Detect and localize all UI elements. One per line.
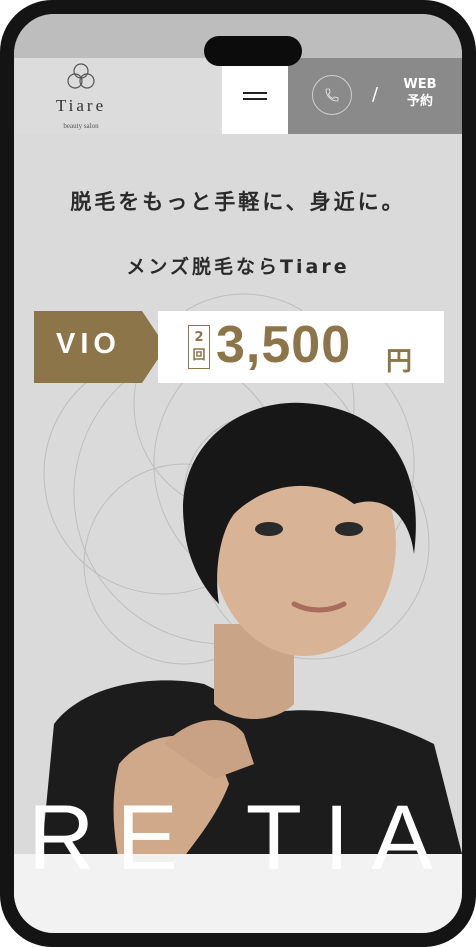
phone-button[interactable] (312, 75, 352, 115)
screen: Tiare beauty salon / WEB 予約 脱毛をもっと手軽に、身近… (14, 14, 462, 933)
times-badge: 2 回 (188, 325, 210, 369)
times-unit: 回 (192, 348, 206, 363)
price-banner[interactable]: VIO 2 回 3,500 円 (34, 311, 444, 383)
price-currency: 円 (386, 347, 413, 377)
vio-badge: VIO (34, 311, 166, 383)
site-header: Tiare beauty salon / WEB 予約 (14, 58, 462, 134)
times-number: 2 (194, 330, 204, 345)
web-reservation-button[interactable]: WEB 予約 (398, 76, 442, 110)
divider-slash: / (372, 84, 379, 105)
camera-notch (204, 36, 302, 66)
menu-button[interactable] (222, 58, 288, 134)
vio-label: VIO (56, 328, 121, 360)
hero-big-wordmark: RE TIA (28, 787, 455, 889)
logo-mark-icon (67, 63, 95, 89)
price-amount: 3,500 (216, 316, 352, 374)
hero-section: 脱毛をもっと手軽に、身近に。 メンズ脱毛ならTiare VIO 2 回 3,50… (14, 134, 462, 933)
phone-frame: Tiare beauty salon / WEB 予約 脱毛をもっと手軽に、身近… (0, 0, 476, 947)
hamburger-menu-icon (243, 88, 267, 104)
logo[interactable]: Tiare beauty salon (40, 62, 122, 132)
price-box: 2 回 3,500 円 (158, 311, 444, 383)
contact-area: / WEB 予約 (288, 58, 462, 134)
phone-icon (325, 88, 339, 102)
web-reservation-label-line2: 予約 (406, 94, 433, 109)
hero-subheadline: メンズ脱毛ならTiare (126, 256, 350, 278)
logo-tagline: beauty salon (63, 122, 99, 130)
logo-wordmark: Tiare (55, 96, 107, 115)
web-reservation-label-line1: WEB (403, 77, 437, 92)
hero-headline: 脱毛をもっと手軽に、身近に。 (70, 190, 406, 214)
